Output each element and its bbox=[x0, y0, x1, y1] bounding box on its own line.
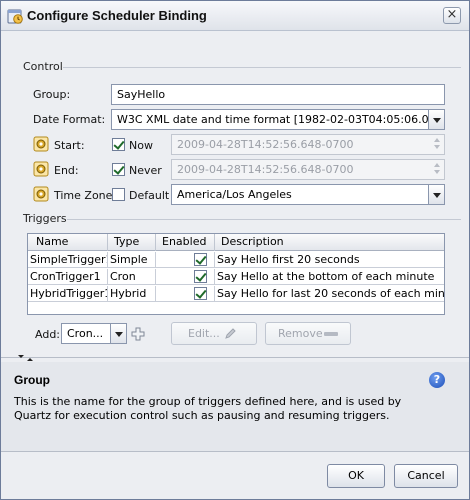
start-date-value: 2009-04-28T14:52:56.648-0700 bbox=[177, 138, 354, 151]
add-label: Add: bbox=[35, 328, 61, 341]
close-icon: × bbox=[446, 7, 458, 22]
end-date-field[interactable]: 2009-04-28T14:52:56.648-0700 bbox=[171, 159, 445, 180]
gear-icon bbox=[33, 186, 49, 202]
help-text: This is the name for the group of trigge… bbox=[14, 395, 402, 422]
end-spinner[interactable] bbox=[431, 161, 443, 178]
end-never-label: Never bbox=[129, 164, 162, 177]
column-header-name[interactable]: Name bbox=[28, 234, 108, 251]
cancel-button[interactable]: Cancel bbox=[394, 464, 458, 488]
date-format-label: Date Format: bbox=[33, 113, 106, 126]
ok-button[interactable]: OK bbox=[327, 464, 385, 488]
chevron-down-icon[interactable] bbox=[428, 185, 444, 204]
group-label: Group: bbox=[33, 88, 71, 101]
end-never-checkbox[interactable] bbox=[112, 163, 125, 176]
dialog-window: Configure Scheduler Binding × Control Gr… bbox=[0, 0, 470, 500]
scheduler-clock-icon bbox=[7, 9, 23, 24]
column-header-type[interactable]: Type bbox=[108, 234, 156, 251]
date-format-select[interactable]: W3C XML date and time format [1982-02-03… bbox=[111, 109, 445, 130]
table-row[interactable]: SimpleTrigger1 Simple Say Hello first 20… bbox=[28, 252, 444, 268]
trigger-enabled-cell bbox=[156, 286, 215, 302]
remove-button[interactable]: Remove bbox=[265, 322, 351, 345]
remove-button-label: Remove bbox=[278, 327, 323, 340]
group-input-value: SayHello bbox=[117, 88, 166, 101]
start-now-label: Now bbox=[129, 139, 153, 152]
column-header-enabled[interactable]: Enabled bbox=[156, 234, 215, 251]
date-format-value: W3C XML date and time format [1982-02-03… bbox=[117, 113, 445, 126]
gear-icon bbox=[33, 136, 49, 152]
trigger-enabled-checkbox[interactable] bbox=[194, 287, 207, 300]
start-now-checkbox[interactable] bbox=[112, 138, 125, 151]
trigger-enabled-checkbox[interactable] bbox=[194, 253, 207, 266]
trigger-name-cell: CronTrigger1 bbox=[28, 269, 108, 285]
start-label: Start: bbox=[54, 139, 85, 152]
trigger-enabled-cell bbox=[156, 269, 215, 285]
triggers-table: Name Type Enabled Description SimpleTrig… bbox=[27, 233, 445, 315]
end-label: End: bbox=[54, 164, 79, 177]
dialog-title: Configure Scheduler Binding bbox=[27, 8, 207, 23]
edit-button[interactable]: Edit... bbox=[171, 322, 257, 345]
control-section-title: Control bbox=[23, 60, 63, 73]
add-trigger-type-select[interactable]: Cron... bbox=[61, 323, 127, 344]
add-trigger-type-value: Cron... bbox=[67, 327, 104, 340]
trigger-enabled-checkbox[interactable] bbox=[194, 270, 207, 283]
table-row[interactable]: HybridTrigger1 Hybrid Say Hello for last… bbox=[28, 286, 444, 302]
chevron-down-icon[interactable] bbox=[110, 324, 126, 343]
chevron-down-icon[interactable] bbox=[428, 110, 444, 129]
trigger-name-cell: HybridTrigger1 bbox=[30, 286, 108, 302]
minus-icon bbox=[324, 332, 338, 336]
help-panel: Group ? This is the name for the group o… bbox=[1, 362, 469, 452]
time-zone-default-label: Default bbox=[129, 189, 170, 202]
control-section-divider bbox=[63, 67, 461, 68]
group-input[interactable]: SayHello bbox=[111, 84, 445, 105]
time-zone-value: America/Los Angeles bbox=[177, 188, 292, 201]
help-title: Group bbox=[14, 373, 50, 387]
ok-button-label: OK bbox=[348, 469, 364, 482]
title-bar: Configure Scheduler Binding × bbox=[1, 1, 469, 31]
start-spinner[interactable] bbox=[431, 136, 443, 153]
start-date-field[interactable]: 2009-04-28T14:52:56.648-0700 bbox=[171, 134, 445, 155]
time-zone-label: Time Zone: bbox=[54, 189, 117, 202]
time-zone-default-checkbox[interactable] bbox=[112, 188, 125, 201]
trigger-description-cell: Say Hello first 20 seconds bbox=[217, 253, 360, 266]
trigger-description-cell: Say Hello for last 20 seconds of each mi… bbox=[217, 287, 444, 300]
question-icon[interactable]: ? bbox=[429, 372, 445, 388]
cancel-button-label: Cancel bbox=[407, 469, 445, 482]
triggers-table-header: Name Type Enabled Description bbox=[28, 234, 444, 251]
close-button[interactable]: × bbox=[443, 7, 461, 24]
table-row[interactable]: CronTrigger1 Cron Say Hello at the botto… bbox=[28, 269, 444, 285]
trigger-description-cell: Say Hello at the bottom of each minute bbox=[217, 270, 435, 283]
trigger-type-cell: Cron bbox=[108, 269, 156, 285]
trigger-name-cell: SimpleTrigger1 bbox=[30, 252, 108, 268]
trigger-type-cell: Simple bbox=[108, 252, 156, 268]
end-date-value: 2009-04-28T14:52:56.648-0700 bbox=[177, 163, 354, 176]
edit-button-label: Edit... bbox=[188, 327, 220, 340]
column-header-description[interactable]: Description bbox=[215, 234, 444, 251]
gear-icon bbox=[33, 161, 49, 177]
time-zone-select[interactable]: America/Los Angeles bbox=[171, 184, 445, 205]
plus-icon[interactable] bbox=[131, 327, 145, 341]
trigger-enabled-cell bbox=[156, 252, 215, 268]
pencil-icon bbox=[225, 328, 236, 339]
triggers-section-title: Triggers bbox=[23, 212, 67, 225]
collapse-arrows-icon[interactable] bbox=[17, 354, 37, 362]
trigger-type-cell: Hybrid bbox=[108, 286, 156, 302]
triggers-section-divider bbox=[67, 219, 461, 220]
